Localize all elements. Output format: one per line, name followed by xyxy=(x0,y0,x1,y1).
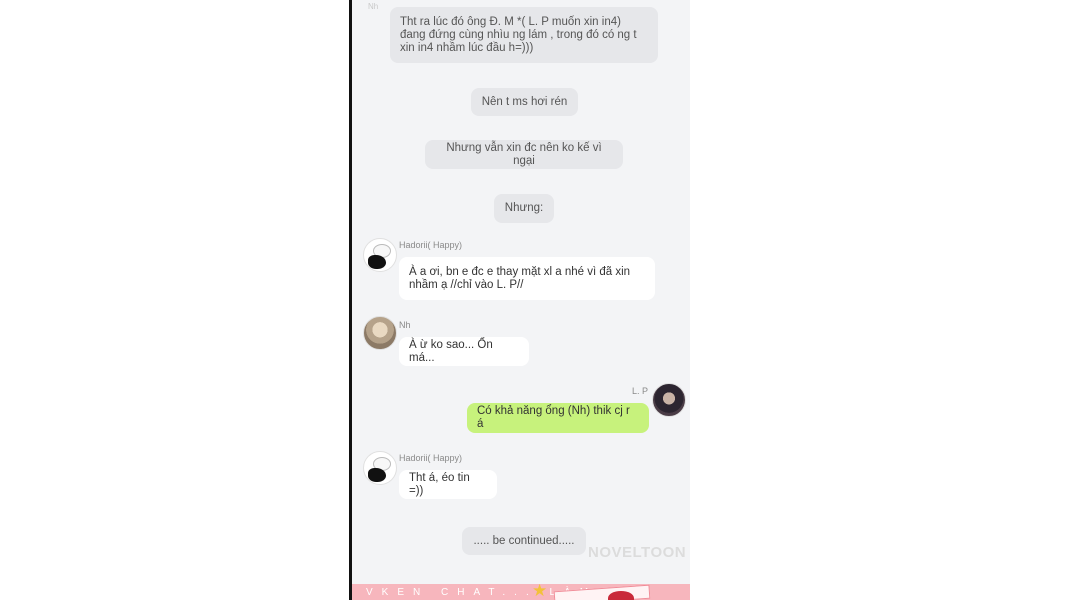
narration-bubble: ..... be continued..... xyxy=(462,527,586,555)
bottom-banner[interactable]: VKEN CHAT... LÀM PHÁ ★ xyxy=(352,584,690,600)
sender-name: Hadorii( Happy) xyxy=(399,453,463,463)
avatar-lp[interactable] xyxy=(652,383,686,417)
narration-text: Nên t ms hơi rén xyxy=(481,95,568,108)
narration-text: Nhưng vẫn xin đc nên ko kế vì ngại xyxy=(446,141,602,167)
narration-text: Tht ra lúc đó ông Đ. M *( L. P muốn xin … xyxy=(400,16,637,54)
message-text: Tht á, éo tin =)) xyxy=(409,471,470,497)
sender-name: Hadorii( Happy) xyxy=(399,240,463,250)
watermark-logo: NOVELTOON xyxy=(588,544,687,561)
banner-heart-decoration xyxy=(608,591,634,600)
avatar-hadorii[interactable] xyxy=(363,451,397,485)
incoming-message-bubble[interactable]: Tht á, éo tin =)) xyxy=(399,470,497,499)
incoming-message-bubble[interactable]: À a ơi, bn e đc e thay mặt xl a nhé vì đ… xyxy=(399,257,655,300)
avatar-nh[interactable] xyxy=(363,316,397,350)
incoming-message-bubble[interactable]: À ừ ko sao... Ổn má... xyxy=(399,337,529,366)
avatar-body-shape xyxy=(368,255,386,269)
narration-bubble: Nhưng: xyxy=(494,194,554,223)
message-text: À a ơi, bn e đc e thay mặt xl a nhé vì đ… xyxy=(409,266,631,291)
narration-text: Nhưng: xyxy=(504,202,544,214)
chat-screen: Nh Tht ra lúc đó ông Đ. M *( L. P muốn x… xyxy=(349,0,690,600)
avatar-hadorii[interactable] xyxy=(363,238,397,272)
narration-bubble: Tht ra lúc đó ông Đ. M *( L. P muốn xin … xyxy=(390,7,658,63)
message-text: À ừ ko sao... Ổn má... xyxy=(409,338,493,364)
avatar-body-shape xyxy=(368,468,386,482)
outgoing-message-bubble[interactable]: Có khả năng ổng (Nh) thik cj r á xyxy=(467,403,649,433)
sender-name: L. P xyxy=(632,386,649,396)
message-text: Có khả năng ổng (Nh) thik cj r á xyxy=(477,405,630,430)
star-icon: ★ xyxy=(532,584,548,600)
sender-name: Nh xyxy=(399,320,411,330)
narration-bubble: Nên t ms hơi rén xyxy=(471,88,578,116)
narration-text: ..... be continued..... xyxy=(473,534,575,547)
faint-sender-label: Nh xyxy=(368,2,379,11)
narration-bubble: Nhưng vẫn xin đc nên ko kế vì ngại xyxy=(425,140,623,169)
